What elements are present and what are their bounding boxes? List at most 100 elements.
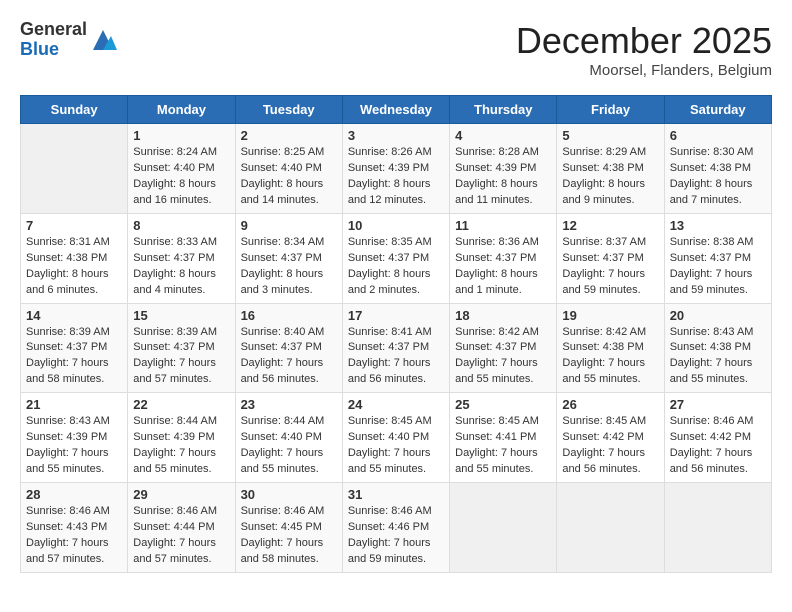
- day-info: Sunrise: 8:44 AMSunset: 4:40 PMDaylight:…: [241, 414, 337, 478]
- calendar-cell: 5 Sunrise: 8:29 AMSunset: 4:38 PMDaylight…: [557, 124, 664, 214]
- calendar-cell: 3Sunrise: 8:26 AMSunset: 4:39 PMDaylight…: [342, 124, 449, 214]
- day-info: Sunrise: 8:42 AMSunset: 4:37 PMDaylight:…: [455, 325, 551, 389]
- day-number: 29: [133, 487, 229, 502]
- day-info: Sunrise: 8:29 AMSunset: 4:38 PMDaylight:…: [562, 145, 658, 209]
- day-number: 4: [455, 128, 551, 143]
- calendar-cell: 24 Sunrise: 8:45 AMSunset: 4:40 PMDayligh…: [342, 393, 449, 483]
- calendar-cell: 6 Sunrise: 8:30 AMSunset: 4:38 PMDaylight…: [664, 124, 771, 214]
- header-day: Friday: [557, 96, 664, 124]
- day-number: 20: [670, 308, 766, 323]
- calendar-cell: 29Sunrise: 8:46 AMSunset: 4:44 PMDayligh…: [128, 483, 235, 573]
- location: Moorsel, Flanders, Belgium: [516, 62, 772, 79]
- day-info: Sunrise: 8:46 AMSunset: 4:42 PMDaylight:…: [670, 414, 766, 478]
- day-info: Sunrise: 8:37 AMSunset: 4:37 PMDaylight:…: [562, 235, 658, 299]
- calendar-cell: [21, 124, 128, 214]
- day-info: Sunrise: 8:39 AMSunset: 4:37 PMDaylight:…: [133, 325, 229, 389]
- day-info: Sunrise: 8:46 AMSunset: 4:45 PMDaylight:…: [241, 504, 337, 568]
- day-number: 30: [241, 487, 337, 502]
- day-info: Sunrise: 8:39 AMSunset: 4:37 PMDaylight:…: [26, 325, 122, 389]
- calendar-cell: 26 Sunrise: 8:45 AMSunset: 4:42 PMDayligh…: [557, 393, 664, 483]
- day-number: 17: [348, 308, 444, 323]
- logo-icon: [89, 26, 117, 54]
- calendar-cell: [557, 483, 664, 573]
- calendar-cell: 7Sunrise: 8:31 AMSunset: 4:38 PMDaylight…: [21, 213, 128, 303]
- day-number: 25: [455, 397, 551, 412]
- day-number: 15: [133, 308, 229, 323]
- calendar-cell: 15 Sunrise: 8:39 AMSunset: 4:37 PMDayligh…: [128, 303, 235, 393]
- calendar-cell: 31Sunrise: 8:46 AMSunset: 4:46 PMDayligh…: [342, 483, 449, 573]
- day-info: Sunrise: 8:45 AMSunset: 4:42 PMDaylight:…: [562, 414, 658, 478]
- calendar-cell: 14 Sunrise: 8:39 AMSunset: 4:37 PMDayligh…: [21, 303, 128, 393]
- calendar-cell: [664, 483, 771, 573]
- calendar-cell: 27 Sunrise: 8:46 AMSunset: 4:42 PMDayligh…: [664, 393, 771, 483]
- calendar-cell: 20 Sunrise: 8:43 AMSunset: 4:38 PMDayligh…: [664, 303, 771, 393]
- day-info: Sunrise: 8:25 AMSunset: 4:40 PMDaylight:…: [241, 145, 337, 209]
- calendar-row: 7Sunrise: 8:31 AMSunset: 4:38 PMDaylight…: [21, 213, 772, 303]
- calendar-cell: 21Sunrise: 8:43 AMSunset: 4:39 PMDayligh…: [21, 393, 128, 483]
- calendar-row: 28Sunrise: 8:46 AMSunset: 4:43 PMDayligh…: [21, 483, 772, 573]
- day-number: 10: [348, 218, 444, 233]
- calendar-table: SundayMondayTuesdayWednesdayThursdayFrid…: [20, 95, 772, 573]
- day-info: Sunrise: 8:34 AMSunset: 4:37 PMDaylight:…: [241, 235, 337, 299]
- title-section: December 2025 Moorsel, Flanders, Belgium: [516, 20, 772, 79]
- day-info: Sunrise: 8:26 AMSunset: 4:39 PMDaylight:…: [348, 145, 444, 209]
- calendar-cell: 22 Sunrise: 8:44 AMSunset: 4:39 PMDayligh…: [128, 393, 235, 483]
- calendar-cell: 25 Sunrise: 8:45 AMSunset: 4:41 PMDayligh…: [450, 393, 557, 483]
- calendar-cell: 13 Sunrise: 8:38 AMSunset: 4:37 PMDayligh…: [664, 213, 771, 303]
- day-number: 22: [133, 397, 229, 412]
- day-info: Sunrise: 8:41 AMSunset: 4:37 PMDaylight:…: [348, 325, 444, 389]
- day-number: 13: [670, 218, 766, 233]
- calendar-cell: 30 Sunrise: 8:46 AMSunset: 4:45 PMDayligh…: [235, 483, 342, 573]
- day-info: Sunrise: 8:43 AMSunset: 4:38 PMDaylight:…: [670, 325, 766, 389]
- calendar-cell: 17 Sunrise: 8:41 AMSunset: 4:37 PMDayligh…: [342, 303, 449, 393]
- calendar-row: 1 Sunrise: 8:24 AMSunset: 4:40 PMDaylight…: [21, 124, 772, 214]
- calendar-cell: 12 Sunrise: 8:37 AMSunset: 4:37 PMDayligh…: [557, 213, 664, 303]
- calendar-cell: 18Sunrise: 8:42 AMSunset: 4:37 PMDayligh…: [450, 303, 557, 393]
- day-number: 14: [26, 308, 122, 323]
- day-number: 1: [133, 128, 229, 143]
- header-day: Tuesday: [235, 96, 342, 124]
- day-number: 16: [241, 308, 337, 323]
- header-day: Thursday: [450, 96, 557, 124]
- day-info: Sunrise: 8:24 AMSunset: 4:40 PMDaylight:…: [133, 145, 229, 209]
- day-info: Sunrise: 8:42 AMSunset: 4:38 PMDaylight:…: [562, 325, 658, 389]
- day-number: 28: [26, 487, 122, 502]
- calendar-cell: 9 Sunrise: 8:34 AMSunset: 4:37 PMDaylight…: [235, 213, 342, 303]
- header-row: SundayMondayTuesdayWednesdayThursdayFrid…: [21, 96, 772, 124]
- calendar-cell: 10 Sunrise: 8:35 AMSunset: 4:37 PMDayligh…: [342, 213, 449, 303]
- day-number: 31: [348, 487, 444, 502]
- calendar-cell: 8Sunrise: 8:33 AMSunset: 4:37 PMDaylight…: [128, 213, 235, 303]
- calendar-row: 21Sunrise: 8:43 AMSunset: 4:39 PMDayligh…: [21, 393, 772, 483]
- day-number: 12: [562, 218, 658, 233]
- month-title: December 2025: [516, 20, 772, 62]
- day-info: Sunrise: 8:44 AMSunset: 4:39 PMDaylight:…: [133, 414, 229, 478]
- calendar-cell: 1 Sunrise: 8:24 AMSunset: 4:40 PMDaylight…: [128, 124, 235, 214]
- logo-general: General: [20, 20, 87, 40]
- day-number: 24: [348, 397, 444, 412]
- day-info: Sunrise: 8:30 AMSunset: 4:38 PMDaylight:…: [670, 145, 766, 209]
- day-info: Sunrise: 8:45 AMSunset: 4:41 PMDaylight:…: [455, 414, 551, 478]
- day-info: Sunrise: 8:45 AMSunset: 4:40 PMDaylight:…: [348, 414, 444, 478]
- day-info: Sunrise: 8:33 AMSunset: 4:37 PMDaylight:…: [133, 235, 229, 299]
- calendar-cell: 19 Sunrise: 8:42 AMSunset: 4:38 PMDayligh…: [557, 303, 664, 393]
- day-number: 26: [562, 397, 658, 412]
- day-info: Sunrise: 8:35 AMSunset: 4:37 PMDaylight:…: [348, 235, 444, 299]
- header-day: Saturday: [664, 96, 771, 124]
- logo: General Blue: [20, 20, 117, 60]
- calendar-body: 1 Sunrise: 8:24 AMSunset: 4:40 PMDaylight…: [21, 124, 772, 573]
- day-number: 27: [670, 397, 766, 412]
- logo-blue: Blue: [20, 40, 87, 60]
- day-number: 7: [26, 218, 122, 233]
- header-day: Monday: [128, 96, 235, 124]
- day-info: Sunrise: 8:28 AMSunset: 4:39 PMDaylight:…: [455, 145, 551, 209]
- calendar-cell: 4 Sunrise: 8:28 AMSunset: 4:39 PMDaylight…: [450, 124, 557, 214]
- calendar-cell: 28Sunrise: 8:46 AMSunset: 4:43 PMDayligh…: [21, 483, 128, 573]
- day-number: 9: [241, 218, 337, 233]
- day-number: 19: [562, 308, 658, 323]
- calendar-row: 14 Sunrise: 8:39 AMSunset: 4:37 PMDayligh…: [21, 303, 772, 393]
- day-number: 5: [562, 128, 658, 143]
- day-info: Sunrise: 8:38 AMSunset: 4:37 PMDaylight:…: [670, 235, 766, 299]
- calendar-cell: 16Sunrise: 8:40 AMSunset: 4:37 PMDayligh…: [235, 303, 342, 393]
- calendar-cell: 11Sunrise: 8:36 AMSunset: 4:37 PMDayligh…: [450, 213, 557, 303]
- day-number: 6: [670, 128, 766, 143]
